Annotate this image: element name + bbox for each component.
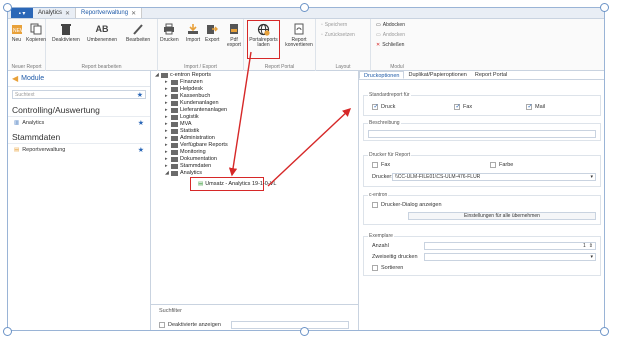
resize-handle[interactable] — [600, 327, 609, 336]
arrow-to-report — [228, 51, 252, 177]
arrow-to-options — [267, 108, 352, 187]
app-window: ▪ ▾ Analytics ✕ Reportverwaltung ✕ NEW N… — [7, 7, 605, 331]
resize-handle[interactable] — [300, 3, 309, 12]
annotation-arrows — [228, 51, 352, 187]
resize-handle[interactable] — [600, 3, 609, 12]
resize-handle[interactable] — [3, 3, 12, 12]
resize-handle[interactable] — [3, 327, 12, 336]
resize-handle[interactable] — [300, 327, 309, 336]
